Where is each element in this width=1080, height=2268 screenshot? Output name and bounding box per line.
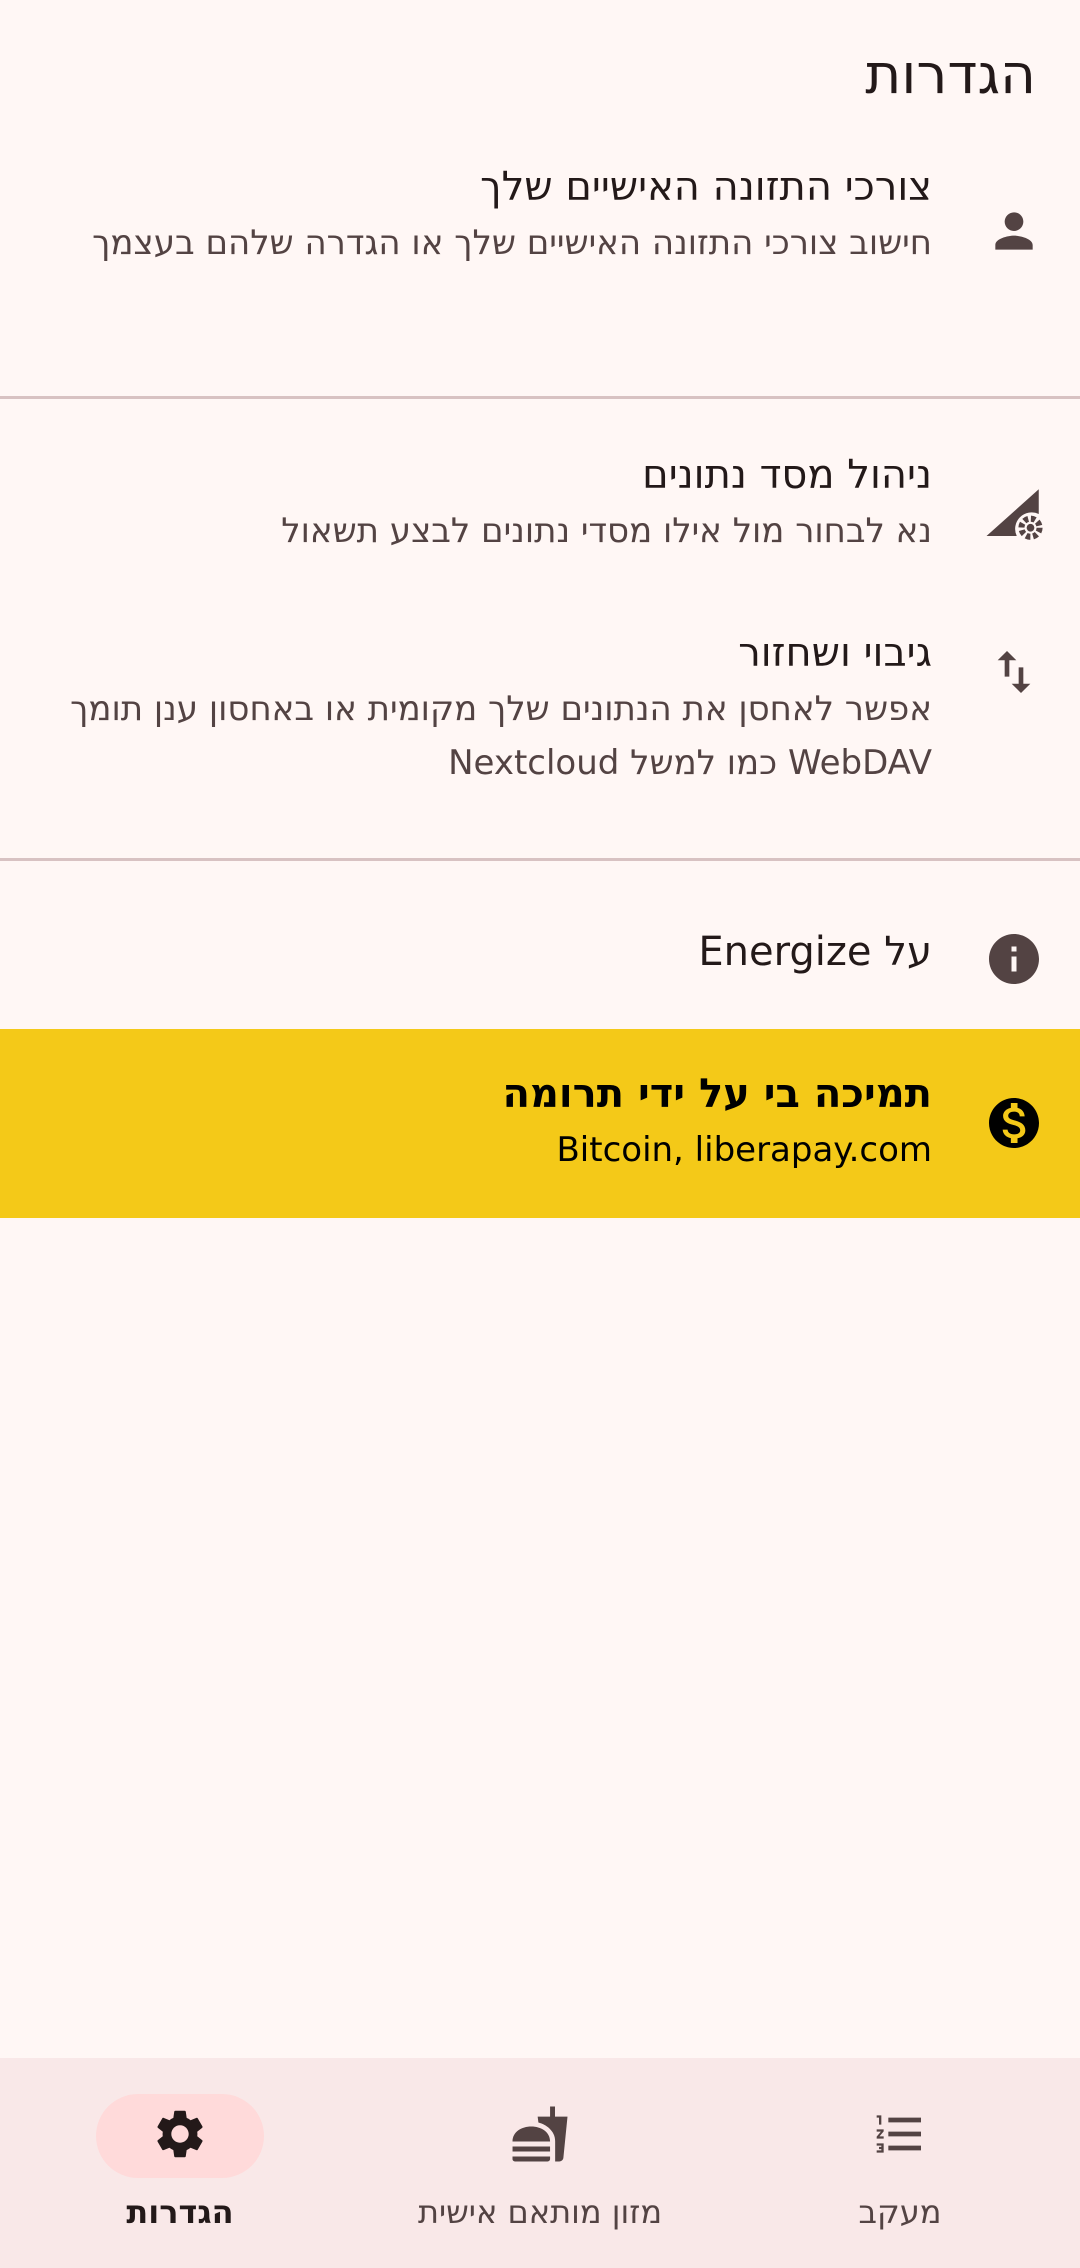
settings-item-about[interactable]: על Energize <box>0 920 1080 1030</box>
bottom-navigation: מעקב מזון מותאם אישית הגדרות <box>0 2058 1080 2268</box>
database-settings-icon <box>978 478 1050 550</box>
settings-item-subtitle: Bitcoin, liberapay.com <box>556 1130 932 1170</box>
fastfood-icon <box>510 2104 570 2168</box>
nav-item-tracking[interactable]: מעקב <box>720 2058 1080 2268</box>
settings-item-title: על Energize <box>698 929 932 975</box>
nav-pill-active <box>96 2094 264 2178</box>
divider <box>0 858 1080 861</box>
settings-item-title: גיבוי ושחזור <box>738 630 932 676</box>
nav-pill <box>456 2094 624 2178</box>
info-icon <box>978 923 1050 995</box>
settings-item-database[interactable]: ניהול מסד נתונים נא לבחור מול אילו מסדי … <box>0 448 1080 598</box>
nav-label: מעקב <box>858 2193 942 2231</box>
nav-pill <box>816 2094 984 2178</box>
settings-item-subtitle: חישוב צורכי התזונה האישיים שלך או הגדרה … <box>92 223 932 263</box>
nav-label: הגדרות <box>126 2193 234 2231</box>
dollar-icon <box>978 1087 1050 1159</box>
settings-item-subtitle: אפשר לאחסן את הנתונים שלך מקומית או באחס… <box>70 689 932 783</box>
nav-item-custom-food[interactable]: מזון מותאם אישית <box>360 2058 720 2268</box>
settings-item-backup[interactable]: גיבוי ושחזור אפשר לאחסן את הנתונים שלך מ… <box>0 626 1080 826</box>
person-icon <box>978 195 1050 267</box>
nav-item-settings[interactable]: הגדרות <box>0 2058 360 2268</box>
settings-item-title: ניהול מסד נתונים <box>642 452 932 498</box>
settings-item-title: תמיכה בי על ידי תרומה <box>502 1071 932 1117</box>
gear-icon <box>151 2105 209 2167</box>
settings-item-title: צורכי התזונה האישיים שלך <box>480 164 932 210</box>
settings-item-nutrition[interactable]: צורכי התזונה האישיים שלך חישוב צורכי התז… <box>0 160 1080 390</box>
list-icon <box>872 2106 928 2166</box>
swap-vertical-icon <box>978 636 1050 708</box>
nav-label: מזון מותאם אישית <box>417 2193 663 2231</box>
settings-item-donate[interactable]: תמיכה בי על ידי תרומה Bitcoin, liberapay… <box>0 1029 1080 1218</box>
settings-item-subtitle: נא לבחור מול אילו מסדי נתונים לבצע תשאול <box>281 511 932 551</box>
page-title: הגדרות <box>865 42 1036 106</box>
divider <box>0 396 1080 399</box>
